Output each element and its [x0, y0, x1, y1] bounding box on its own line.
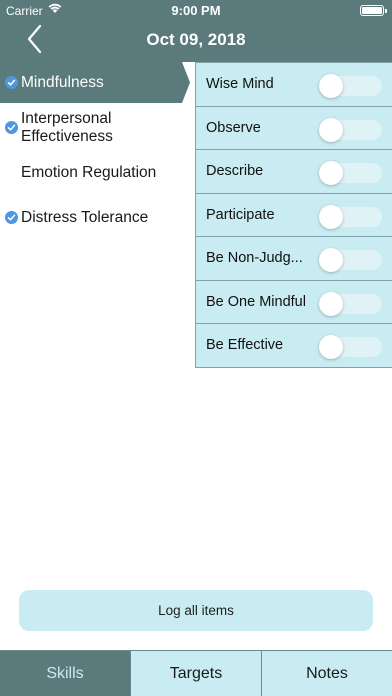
skill-row-be-one-mindful: Be One Mindful — [195, 279, 392, 324]
checkmark-icon — [5, 121, 18, 134]
category-item-distress-tolerance[interactable]: Distress Tolerance — [0, 197, 196, 242]
skill-label: Participate — [206, 206, 275, 223]
skill-toggle[interactable] — [319, 248, 382, 272]
skill-row-participate: Participate — [195, 192, 392, 237]
tab-notes[interactable]: Notes — [262, 651, 392, 696]
skill-toggle[interactable] — [319, 204, 382, 229]
navigation-header: Carrier 9:00 PM Oct 09, 2018 — [0, 0, 392, 62]
skill-toggle[interactable] — [319, 291, 382, 316]
toggle-knob — [319, 74, 343, 98]
checkmark-icon — [5, 76, 18, 89]
toggle-knob — [319, 291, 343, 316]
toggle-knob — [319, 117, 343, 142]
skill-label: Describe — [206, 163, 264, 180]
skill-row-observe: Observe — [195, 105, 392, 150]
toggle-knob — [319, 335, 343, 359]
toggle-knob — [319, 204, 343, 229]
category-item-emotion-regulation[interactable]: Emotion Regulation — [0, 152, 196, 197]
skill-row-be-non-judgmental: Be Non-Judg... — [195, 236, 392, 281]
skill-toggle[interactable] — [319, 335, 382, 359]
skill-list: Wise Mind Observe Describe Participate B… — [195, 62, 392, 368]
page-title: Oct 09, 2018 — [146, 30, 246, 49]
skill-row-be-effective: Be Effective — [195, 323, 392, 368]
log-all-items-button[interactable]: Log all items — [19, 590, 373, 631]
category-item-mindfulness[interactable]: Mindfulness — [0, 62, 196, 107]
tab-bar: Skills Targets Notes — [0, 650, 392, 696]
category-list: Mindfulness Interpersonal Effectiveness … — [0, 62, 196, 242]
status-bar: Carrier 9:00 PM — [0, 0, 392, 20]
skill-toggle[interactable] — [319, 74, 382, 98]
skill-label: Be One Mindful — [206, 293, 306, 310]
category-label: Interpersonal Effectiveness — [21, 109, 113, 145]
skill-row-describe: Describe — [195, 149, 392, 194]
checkmark-icon — [5, 211, 18, 224]
category-item-interpersonal-effectiveness[interactable]: Interpersonal Effectiveness — [0, 107, 196, 152]
skill-label: Wise Mind — [206, 76, 274, 93]
status-time: 9:00 PM — [171, 3, 221, 18]
skill-label: Observe — [206, 119, 261, 136]
toggle-knob — [319, 161, 343, 185]
skill-row-wise-mind: Wise Mind — [195, 62, 392, 107]
tab-skills[interactable]: Skills — [0, 651, 131, 696]
toggle-knob — [319, 248, 343, 272]
battery-icon — [360, 5, 387, 16]
category-label: Emotion Regulation — [21, 163, 157, 181]
tab-targets[interactable]: Targets — [131, 651, 262, 696]
category-label: Distress Tolerance — [21, 208, 149, 226]
skill-toggle[interactable] — [319, 117, 382, 142]
skill-label: Be Non-Judg... — [206, 250, 303, 267]
skill-label: Be Effective — [206, 337, 284, 354]
category-label: Mindfulness — [21, 73, 104, 91]
skill-toggle[interactable] — [319, 161, 382, 185]
